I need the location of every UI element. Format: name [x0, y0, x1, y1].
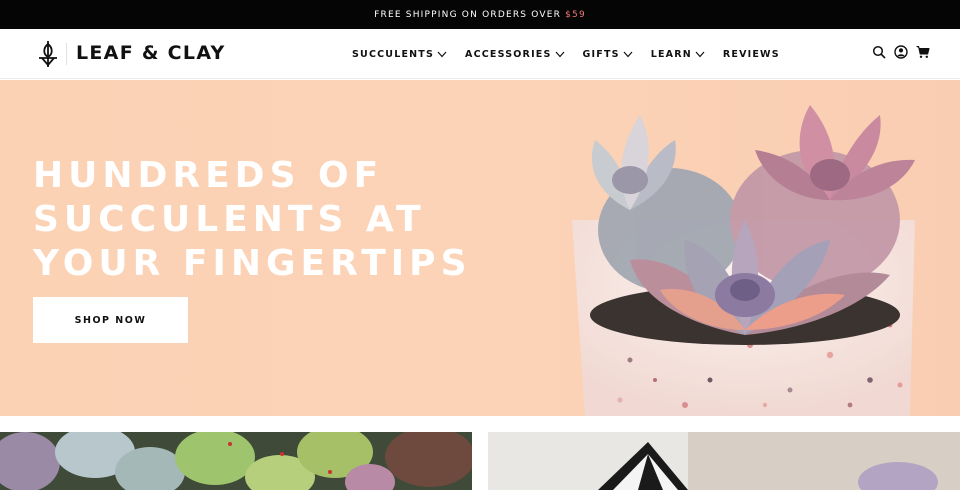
announcement-bar: FREE SHIPPING ON ORDERS OVER $59: [0, 0, 960, 29]
nav-item-label: REVIEWS: [722, 48, 780, 60]
succulent-pot-image: [572, 105, 915, 416]
shop-now-button[interactable]: SHOP NOW: [33, 297, 188, 343]
hero-heading: HUNDREDS OF SUCCULENTS AT YOUR FINGERTIP…: [33, 155, 472, 284]
cart-icon[interactable]: [916, 45, 930, 59]
site-header: LEAF & CLAY SUCCULENTS ACCESSORIES GIFTS…: [0, 29, 960, 79]
chevron-down-icon: [695, 51, 705, 57]
header-icons: [864, 45, 930, 59]
main-nav: SUCCULENTS ACCESSORIES GIFTS LEARN REVIE…: [352, 29, 798, 79]
announcement-amount: $59: [565, 9, 586, 20]
account-icon[interactable]: [894, 45, 908, 59]
nav-item-label: LEARN: [650, 48, 692, 60]
chevron-down-icon: [623, 51, 633, 57]
nav-item-reviews[interactable]: REVIEWS: [723, 49, 780, 60]
nav-item-succulents[interactable]: SUCCULENTS: [352, 49, 447, 60]
nav-item-label: GIFTS: [582, 48, 620, 60]
nav-item-accessories[interactable]: ACCESSORIES: [465, 49, 565, 60]
announcement-text: FREE SHIPPING ON ORDERS OVER: [374, 9, 562, 20]
nav-item-label: SUCCULENTS: [352, 48, 435, 60]
chevron-down-icon: [437, 51, 447, 57]
plant-sprout-icon[interactable]: [37, 40, 59, 68]
nav-item-gifts[interactable]: GIFTS: [583, 49, 633, 60]
accessories-collection-image: [488, 432, 960, 490]
chevron-down-icon: [555, 51, 564, 57]
brand-name[interactable]: LEAF & CLAY: [76, 42, 226, 64]
collection-tile-succulents[interactable]: [0, 432, 472, 490]
logo-divider: [66, 43, 67, 65]
hero-banner: HUNDREDS OF SUCCULENTS AT YOUR FINGERTIP…: [0, 80, 960, 416]
succulent-collection-image: [0, 432, 472, 490]
nav-item-label: ACCESSORIES: [465, 48, 552, 60]
nav-item-learn[interactable]: LEARN: [651, 49, 705, 60]
collection-tile-accessories[interactable]: [488, 432, 960, 490]
search-icon[interactable]: [872, 45, 886, 59]
